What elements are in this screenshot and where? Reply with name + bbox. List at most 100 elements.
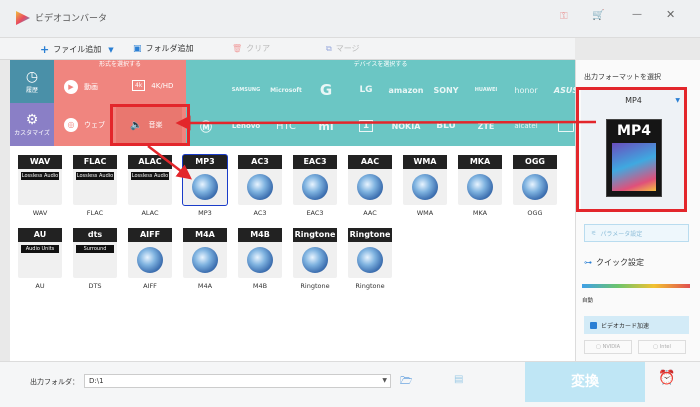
intel-toggle[interactable]: ▢ Intel [638, 340, 686, 354]
format-tile-eac3[interactable]: EAC3 EAC3 [290, 152, 340, 217]
folder-export-icon[interactable]: ▤ [454, 374, 463, 385]
music-disc-icon [302, 247, 328, 273]
apple-brand-button[interactable] [186, 72, 226, 108]
format-tile-m4b[interactable]: M4B M4B [235, 225, 285, 290]
oneplus-brand-button[interactable]: 1 [346, 108, 386, 144]
format-tile-wav[interactable]: WAV Lossless Audio WAV [15, 152, 65, 217]
music-format-button[interactable]: 🔈 音楽 [116, 107, 182, 143]
music-disc-icon [467, 174, 493, 200]
web-format-button[interactable]: ◎ ウェブ [64, 118, 105, 132]
music-disc-icon [302, 174, 328, 200]
format-subtitle: Lossless Audio [131, 172, 169, 180]
nvidia-toggle[interactable]: ▢ NVIDIA [584, 340, 632, 354]
output-format-title: 出力フォーマットを選択 [584, 73, 661, 81]
format-card: OGG [513, 155, 557, 205]
format-name: FLAC [73, 155, 117, 169]
nokia-brand-button[interactable]: NOKIA [386, 108, 426, 144]
zte-brand-button[interactable]: ZTE [466, 108, 506, 144]
format-tile-ringtone[interactable]: Ringtone Ringtone [345, 225, 395, 290]
clear-label: クリア [246, 44, 271, 53]
format-label: FLAC [86, 209, 104, 217]
format-tile-mp3[interactable]: MP3 MP3 [180, 152, 230, 217]
output-format-selector[interactable]: MP4 ▼ MP4 [581, 90, 686, 210]
alarm-clock-icon[interactable]: ⏰ [658, 370, 675, 386]
cart-icon[interactable]: 🛒 [592, 10, 604, 21]
minimize-button[interactable]: — [632, 9, 642, 20]
format-tile-ogg[interactable]: OGG OGG [510, 152, 560, 217]
format-card: ALAC Lossless Audio [128, 155, 172, 205]
microsoft-brand-button[interactable]: Microsoft [266, 72, 306, 108]
format-label: OGG [527, 209, 543, 217]
format-label: WAV [32, 209, 48, 217]
nvidia-label: NVIDIA [602, 344, 621, 350]
open-folder-icon[interactable]: 🗁 [400, 374, 412, 391]
format-name: dts [73, 228, 117, 242]
hd-format-button[interactable]: 4k 4K/HD [132, 80, 173, 91]
samsung-brand-button[interactable]: SAMSUNG [226, 72, 266, 108]
video-format-button[interactable]: ▶ 動画 [64, 80, 98, 94]
alcatel-brand-button[interactable]: alcatel [506, 108, 546, 144]
clock-icon: ◷ [25, 69, 39, 85]
gpu-accel-toggle[interactable]: ビデオカード加速 [584, 316, 689, 334]
output-folder-input[interactable]: D:\1 ▼ [84, 374, 391, 388]
format-tile-au[interactable]: AU Audio Units AU [15, 225, 65, 290]
google-brand-button[interactable]: G [306, 72, 346, 108]
oneplus-label: 1 [358, 120, 374, 132]
add-folder-label: フォルダ追加 [145, 44, 194, 53]
mp4-format-icon: MP4 [606, 119, 662, 197]
convert-button[interactable]: 変換 [525, 362, 645, 402]
lenovo-brand-button[interactable]: Lenovo [226, 108, 266, 144]
format-card: MP3 [182, 154, 228, 206]
format-tile-m4a[interactable]: M4A M4A [180, 225, 230, 290]
format-tile-flac[interactable]: FLAC Lossless Audio FLAC [70, 152, 120, 217]
format-tile-wma[interactable]: WMA WMA [400, 152, 450, 217]
filmstrip-icon [612, 143, 656, 191]
format-tile-ringtone[interactable]: Ringtone Ringtone [290, 225, 340, 290]
format-subtitle: Audio Units [21, 245, 59, 253]
merge-button[interactable]: ⧉ マージ [326, 43, 360, 54]
htc-brand-button[interactable]: HTC [266, 108, 306, 144]
blu-brand-button[interactable]: BLU [426, 108, 466, 144]
left-nav: ◷ 履歴 ⚙ カスタマイズ [10, 60, 54, 146]
key-icon[interactable]: ⚿ [560, 11, 568, 22]
quality-slider[interactable] [582, 284, 690, 288]
format-name: AU [18, 228, 62, 242]
gpu-accel-label: ビデオカード加速 [601, 322, 650, 330]
clear-button[interactable]: 🗑 クリア [232, 43, 270, 54]
format-tile-aac[interactable]: AAC AAC [345, 152, 395, 217]
xiaomi-brand-button[interactable]: mi [306, 108, 346, 144]
format-tile-dts[interactable]: dts Surround DTS [70, 225, 120, 290]
param-settings-button[interactable]: ⚟ パラメータ設定 [584, 224, 689, 242]
sony-brand-button[interactable]: SONY [426, 72, 466, 108]
auto-label: 自動 [582, 298, 594, 304]
close-button[interactable]: ✕ [666, 8, 675, 21]
chevron-down-icon[interactable]: ▼ [108, 46, 113, 54]
huawei-brand-button[interactable]: HUAWEI [466, 72, 506, 108]
format-card: WMA [403, 155, 447, 205]
history-button[interactable]: ◷ 履歴 [10, 60, 54, 103]
music-disc-icon [247, 174, 273, 200]
honor-brand-button[interactable]: honor [506, 72, 546, 108]
chevron-down-icon[interactable]: ▼ [382, 377, 387, 384]
bottom-bar: 出力フォルダ： D:\1 ▼ 🗁 ▤ 変換 ⏰ [0, 361, 700, 407]
amazon-brand-button[interactable]: amazon [386, 72, 426, 108]
motorola-icon: Ⓜ [199, 119, 212, 134]
format-card: Ringtone [348, 228, 392, 278]
lg-brand-button[interactable]: LG [346, 72, 386, 108]
add-file-button[interactable]: + ファイル追加 ▼ [40, 43, 114, 56]
format-tile-ac3[interactable]: AC3 AC3 [235, 152, 285, 217]
format-name: ALAC [128, 155, 172, 169]
format-subtitle: Lossless Audio [76, 172, 114, 180]
format-tile-aiff[interactable]: AIFF AIFF [125, 225, 175, 290]
motorola-brand-button[interactable]: Ⓜ [186, 108, 226, 144]
right-panel: 出力フォーマットを選択 MP4 ▼ MP4 ⚟ パラメータ設定 ⊶ クイック設定… [575, 60, 700, 361]
chevron-down-icon[interactable]: ▼ [675, 97, 680, 104]
add-folder-button[interactable]: ▣ フォルダ追加 [133, 43, 194, 54]
web-label: ウェブ [84, 121, 105, 129]
intel-label: Intel [659, 344, 671, 350]
merge-label: マージ [335, 44, 360, 53]
format-tile-mka[interactable]: MKA MKA [455, 152, 505, 217]
music-disc-icon [357, 174, 383, 200]
customize-button[interactable]: ⚙ カスタマイズ [10, 103, 54, 146]
format-tile-alac[interactable]: ALAC Lossless Audio ALAC [125, 152, 175, 217]
